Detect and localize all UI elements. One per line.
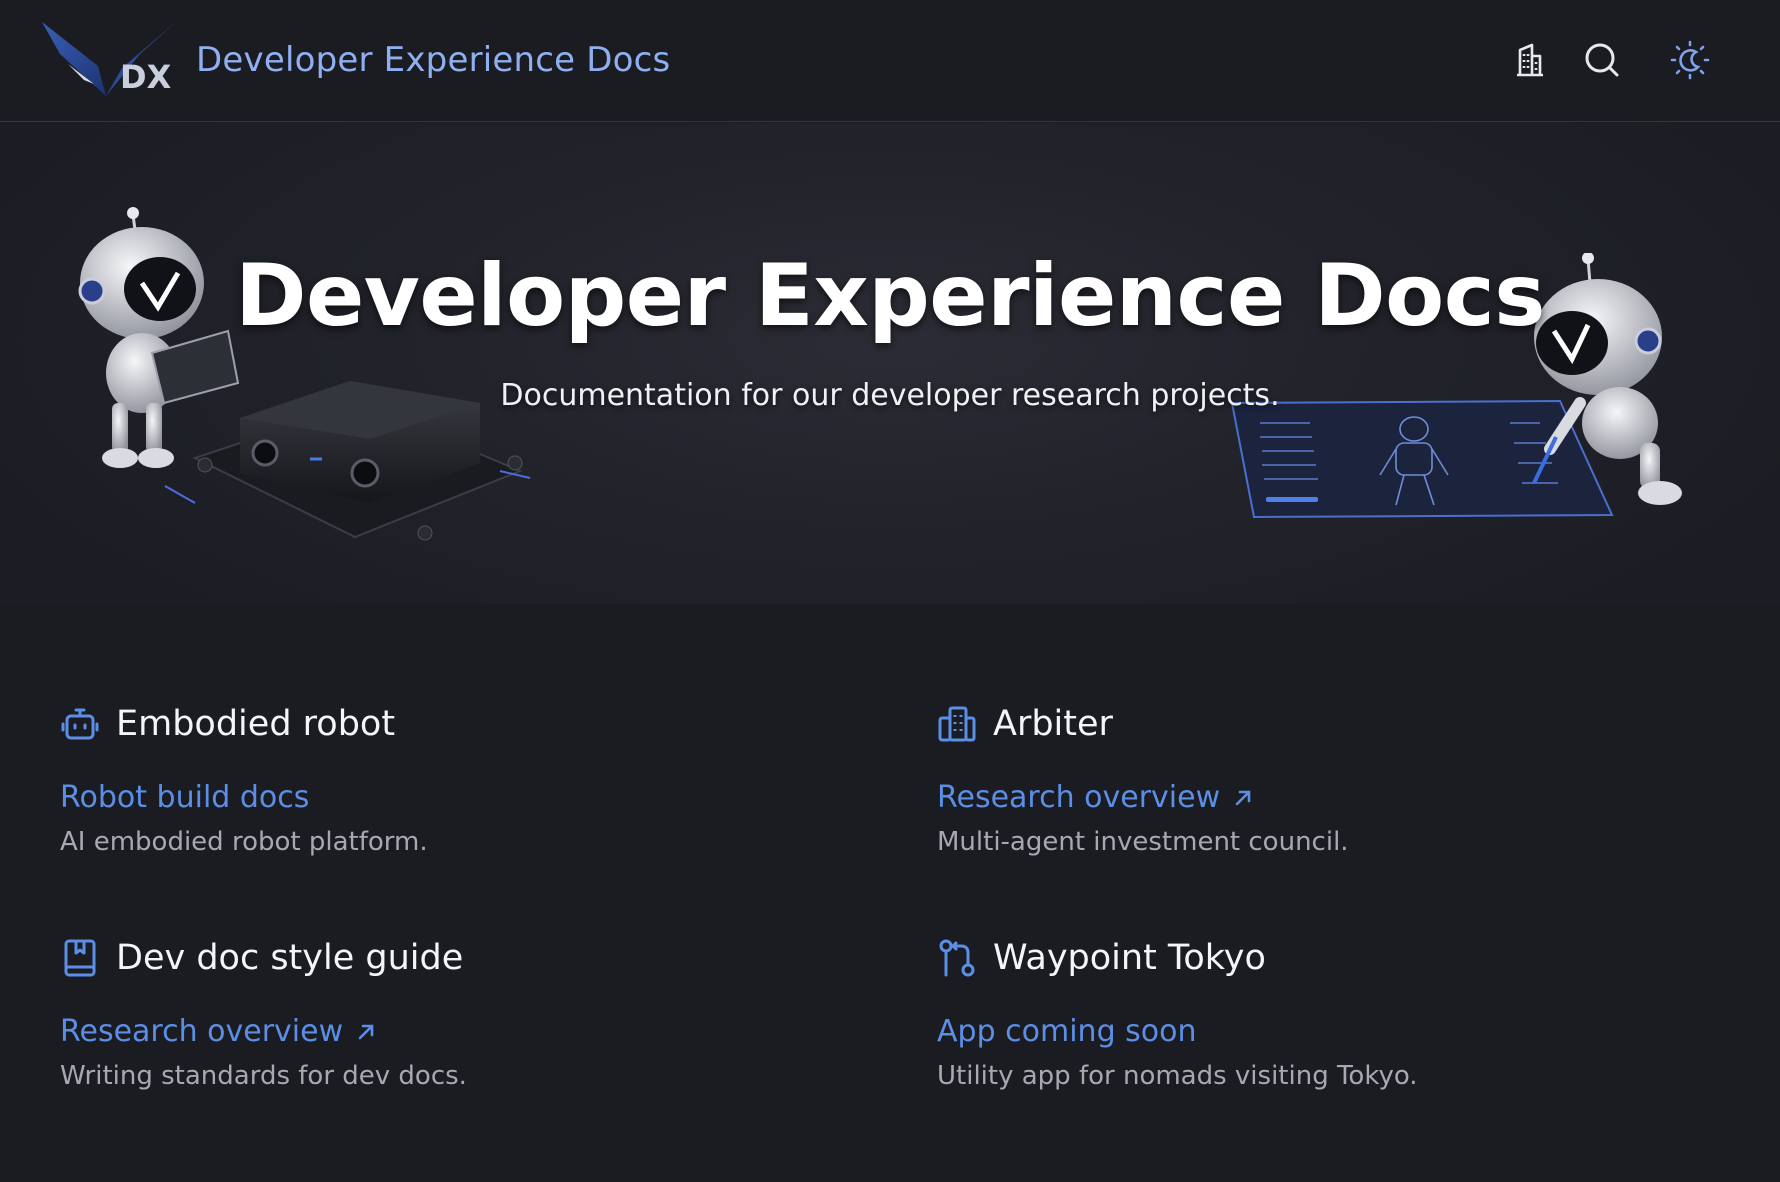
card-description: AI embodied robot platform.	[60, 827, 428, 857]
arbiter-research-overview-link[interactable]: Research overview	[937, 778, 1254, 818]
hero-banner: Developer Experience Docs Documentation …	[0, 123, 1780, 604]
card-description: Writing standards for dev docs.	[60, 1061, 467, 1091]
search-icon[interactable]	[1580, 38, 1624, 82]
app-coming-soon-link[interactable]: App coming soon	[937, 1012, 1197, 1052]
project-card-dev-doc-style-guide: Dev doc style guide Research overview Wr…	[60, 934, 820, 1134]
dx-logo-icon: DX	[42, 20, 178, 96]
project-card-waypoint-tokyo: Waypoint Tokyo App coming soon Utility a…	[937, 934, 1697, 1134]
book-icon	[60, 938, 100, 978]
svg-text:DX: DX	[120, 58, 172, 96]
robot-build-docs-link[interactable]: Robot build docs	[60, 778, 309, 818]
card-title: Waypoint Tokyo	[993, 938, 1266, 978]
project-card-arbiter: Arbiter Research overview Multi-agent in…	[937, 700, 1697, 900]
card-title: Arbiter	[993, 704, 1113, 744]
site-header: DX Developer Experience Docs	[0, 0, 1780, 122]
card-title: Embodied robot	[116, 704, 396, 744]
project-card-embodied-robot: Embodied robot Robot build docs AI embod…	[60, 700, 820, 900]
card-description: Utility app for nomads visiting Tokyo.	[937, 1061, 1418, 1091]
site-title[interactable]: Developer Experience Docs	[196, 36, 670, 84]
card-title: Dev doc style guide	[116, 938, 464, 978]
theme-toggle-icon[interactable]	[1668, 38, 1712, 82]
style-guide-research-overview-link[interactable]: Research overview	[60, 1012, 377, 1052]
building-icon[interactable]	[1508, 38, 1552, 82]
hero-subtitle: Documentation for our developer research…	[500, 378, 1280, 413]
hero-title: Developer Experience Docs	[235, 246, 1545, 346]
card-description: Multi-agent investment council.	[937, 827, 1349, 857]
external-link-icon	[358, 1024, 374, 1040]
robot-icon	[60, 704, 100, 744]
dx-logo[interactable]: DX	[40, 18, 190, 102]
external-link-icon	[1235, 790, 1251, 806]
route-icon	[937, 938, 977, 978]
building-icon	[937, 704, 977, 744]
